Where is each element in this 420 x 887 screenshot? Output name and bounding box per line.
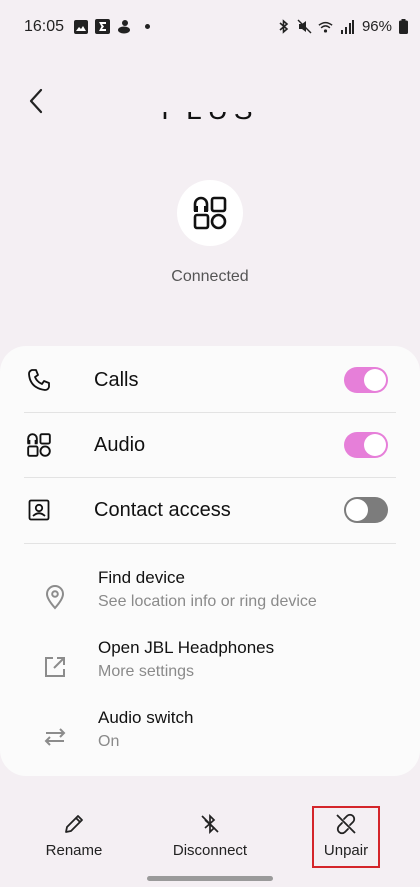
- pencil-icon: [62, 812, 86, 836]
- connection-status: Connected: [171, 268, 249, 285]
- notification-icons: [73, 19, 150, 34]
- open-jbl-subtitle: More settings: [98, 663, 195, 680]
- phone-icon: [24, 365, 54, 395]
- calls-toggle[interactable]: [344, 367, 388, 393]
- toggle-knob: [346, 499, 368, 521]
- status-bar: 16:05 96%: [0, 0, 420, 56]
- contact-card-icon: [24, 495, 54, 525]
- home-indicator[interactable]: [147, 876, 273, 881]
- system-icons: [276, 19, 354, 34]
- device-avatar: [177, 180, 243, 246]
- headphones-device-icon: [193, 196, 227, 230]
- contact-access-toggle[interactable]: [344, 497, 388, 523]
- swap-arrows-icon: [40, 722, 70, 752]
- wifi-icon: [318, 19, 333, 34]
- gallery-icon: [73, 19, 88, 34]
- audio-device-icon: [24, 430, 54, 460]
- sigma-icon: [95, 19, 110, 34]
- contact-access-label: Contact access: [94, 498, 231, 521]
- find-device-subtitle: See location info or ring device: [98, 593, 317, 610]
- open-jbl-option[interactable]: Open JBL Headphones More settings: [40, 638, 396, 694]
- bluetooth-off-icon: [198, 812, 222, 836]
- audio-switch-option[interactable]: Audio switch On: [40, 708, 396, 764]
- disconnect-button[interactable]: Disconnect: [165, 812, 255, 868]
- toggle-knob: [364, 369, 386, 391]
- battery-icon: [399, 19, 408, 34]
- device-name: PLUS: [0, 112, 420, 142]
- audio-label: Audio: [94, 433, 146, 456]
- audio-row[interactable]: Audio: [24, 413, 396, 477]
- calls-label: Calls: [94, 368, 139, 391]
- location-pin-icon: [40, 582, 70, 612]
- open-jbl-title: Open JBL Headphones: [98, 638, 275, 657]
- toggle-knob: [364, 434, 386, 456]
- rename-label: Rename: [45, 842, 103, 859]
- calls-row[interactable]: Calls: [24, 348, 396, 412]
- disconnect-label: Disconnect: [172, 842, 248, 859]
- contact-access-row[interactable]: Contact access: [24, 478, 396, 542]
- bluetooth-icon: [276, 19, 291, 34]
- external-link-icon: [40, 652, 70, 682]
- more-notifications-dot: [145, 24, 150, 29]
- audio-toggle[interactable]: [344, 432, 388, 458]
- mute-icon: [297, 19, 312, 34]
- find-device-option[interactable]: Find device See location info or ring de…: [40, 568, 396, 624]
- unpair-highlight-box: [312, 806, 380, 868]
- audio-switch-subtitle: On: [98, 733, 120, 750]
- battery-percent: 96%: [361, 18, 392, 35]
- status-time: 16:05: [24, 18, 65, 35]
- settings-card: Calls Audio Contact access Find device S…: [0, 346, 420, 776]
- divider: [24, 543, 396, 544]
- find-device-title: Find device: [98, 568, 185, 587]
- duck-icon: [117, 19, 132, 34]
- signal-icon: [339, 19, 354, 34]
- rename-button[interactable]: Rename: [29, 812, 119, 868]
- audio-switch-title: Audio switch: [98, 708, 194, 727]
